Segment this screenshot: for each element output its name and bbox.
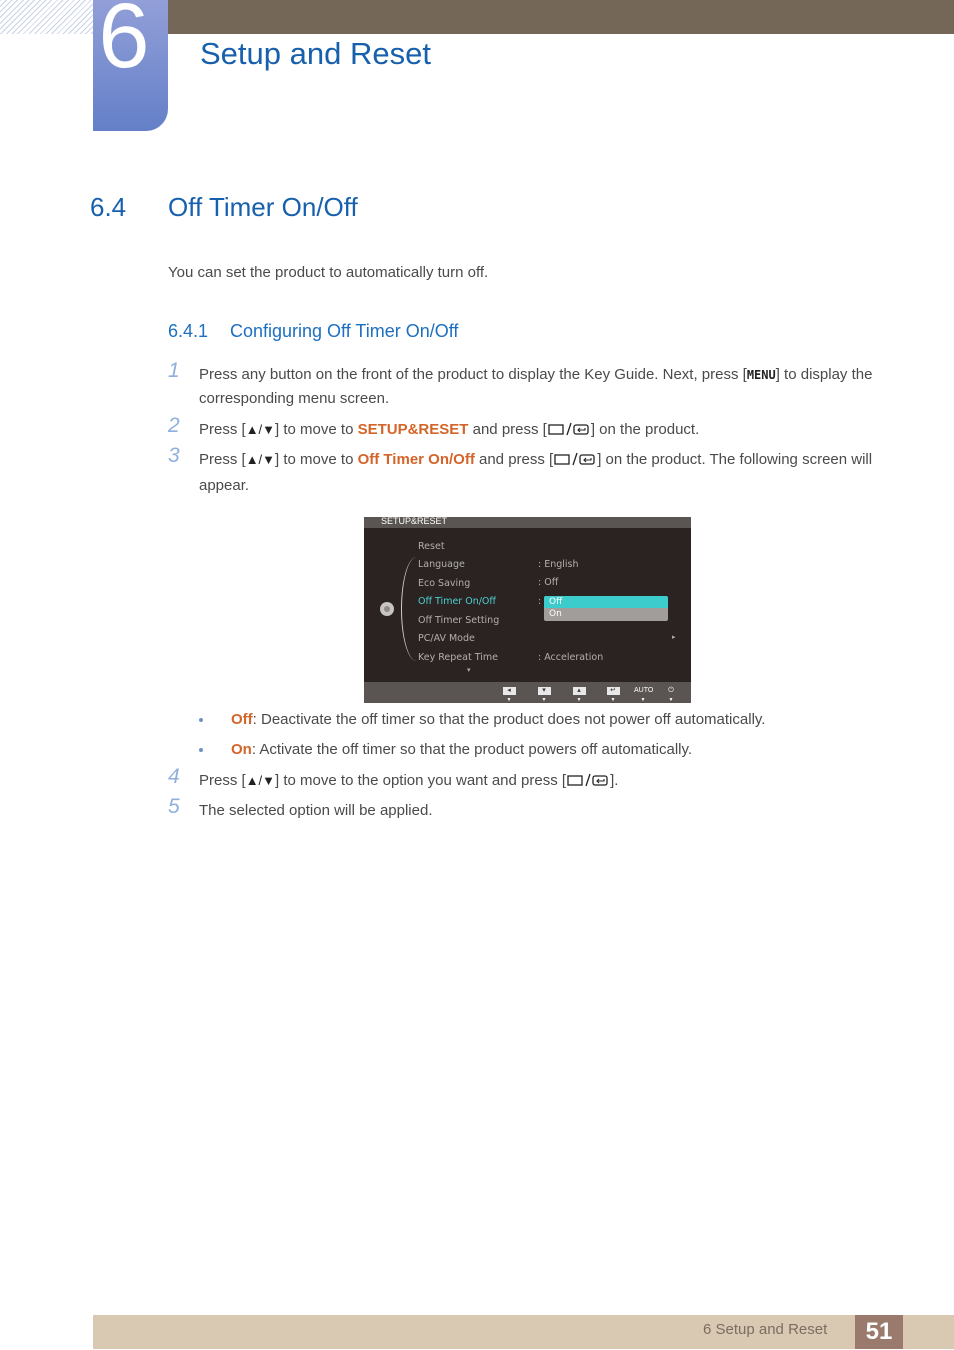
bullet-on: On: Activate the off timer so that the p… (199, 741, 692, 758)
step-number: 3 (168, 444, 180, 467)
bullet-dot (199, 718, 203, 722)
up-arrow-key-icon: ▴ ▼ (572, 685, 586, 703)
scroll-down-icon: ▾ (467, 666, 471, 674)
step-4: 4 Press [▲/▼] to move to the option you … (168, 765, 888, 795)
osd-item-off-timer-setting: Off Timer Setting (418, 615, 500, 626)
subsection-title: 6.4.1 Configuring Off Timer On/Off (168, 321, 458, 342)
gear-icon (380, 602, 394, 616)
chapter-title: Setup and Reset (200, 36, 431, 71)
down-arrow-key-icon: ▾ ▼ (537, 685, 551, 703)
section-intro: You can set the product to automatically… (168, 264, 489, 281)
osd-value-key-repeat-time: : Acceleration (538, 652, 604, 663)
osd-item-eco-saving: Eco Saving (418, 578, 471, 589)
step-number: 1 (168, 359, 180, 382)
osd-item-pc-av-mode: PC/AV Mode (418, 633, 475, 644)
subsection-title-text: Configuring Off Timer On/Off (230, 321, 459, 341)
step-3: 3 Press [▲/▼] to move to Off Timer On/Of… (168, 444, 873, 494)
osd-dropdown: Off On (544, 596, 668, 621)
auto-key-icon: AUTO ▼ (634, 687, 654, 703)
osd-item-language: Language (418, 559, 465, 570)
bullet-term: Off (231, 711, 253, 728)
up-down-arrow-icon: ▲/▼ (245, 452, 276, 467)
osd-option-on: On (549, 609, 562, 619)
osd-arc-decoration (401, 557, 432, 661)
submenu-arrow-icon: ▸ (672, 633, 676, 641)
highlight-off-timer: Off Timer On/Off (357, 451, 475, 468)
source-enter-key-icon (566, 771, 610, 795)
osd-value-off-timer: : (538, 596, 542, 607)
osd-item-key-repeat-time: Key Repeat Time (418, 652, 498, 663)
osd-menu-screenshot: SETUP&RESET Reset Language : English Eco… (364, 516, 691, 703)
up-down-arrow-icon: ▲/▼ (245, 422, 276, 437)
section-number: 6.4 (90, 192, 127, 222)
source-enter-key-icon (553, 450, 597, 474)
osd-header: SETUP&RESET (364, 516, 691, 528)
left-arrow-key-icon: ◂ ▼ (502, 685, 516, 703)
power-key-icon: ⏻ ▼ (668, 687, 674, 703)
subsection-number: 6.4.1 (168, 321, 209, 341)
section-title-text: Off Timer On/Off (168, 192, 358, 222)
page-number: 51 (855, 1315, 903, 1349)
source-enter-key-icon (547, 420, 591, 444)
footer-chapter-label: 6 Setup and Reset (703, 1321, 828, 1338)
osd-value-eco-saving: : Off (538, 577, 559, 588)
header-bar (168, 0, 954, 34)
step-number: 4 (168, 765, 180, 788)
header-hatch-decoration (0, 0, 93, 34)
step-number: 2 (168, 414, 180, 437)
step-5: 5 The selected option will be applied. (168, 795, 433, 819)
chapter-tab: 6 (93, 0, 168, 131)
step-number: 5 (168, 795, 180, 818)
osd-item-reset: Reset (418, 541, 445, 552)
osd-title: SETUP&RESET (381, 516, 448, 526)
bullet-dot (199, 748, 203, 752)
bullet-off: Off: Deactivate the off timer so that th… (199, 711, 765, 728)
osd-value-language: : English (538, 559, 579, 570)
up-down-arrow-icon: ▲/▼ (245, 773, 276, 788)
step-2: 2 Press [▲/▼] to move to SETUP&RESET and… (168, 414, 888, 444)
highlight-setup-reset: SETUP&RESET (357, 421, 469, 438)
bullet-term: On (231, 741, 252, 758)
section-title: 6.4 Off Timer On/Off (90, 192, 358, 223)
menu-key: MENU (746, 368, 776, 382)
osd-key-guide: ◂ ▼ ▾ ▼ ▴ ▼ ↵ ▼ AUTO ▼ ⏻ ▼ (364, 682, 691, 703)
step-1: 1 Press any button on the front of the p… (168, 359, 873, 407)
chapter-number: 6 (98, 0, 150, 87)
osd-option-off: Off (544, 596, 668, 608)
enter-key-icon: ↵ ▼ (606, 685, 620, 703)
osd-item-off-timer: Off Timer On/Off (418, 596, 496, 607)
